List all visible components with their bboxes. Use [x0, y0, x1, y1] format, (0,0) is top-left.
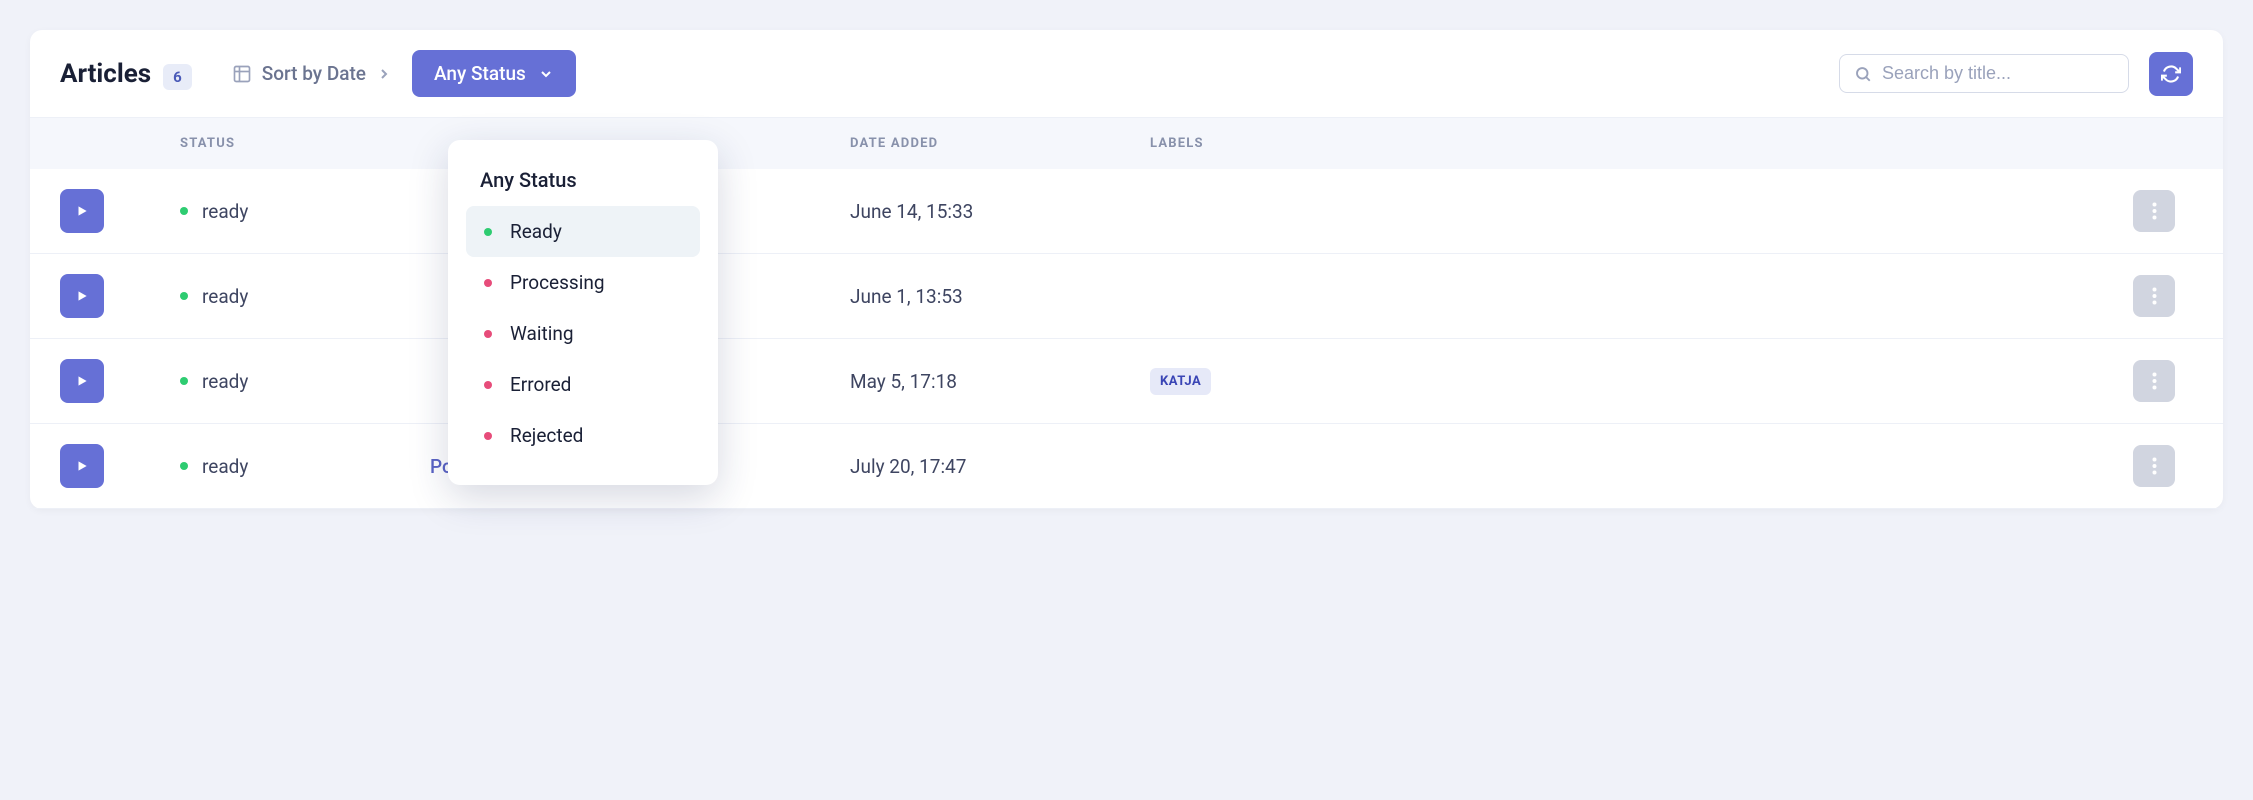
play-icon	[75, 459, 89, 473]
status-filter-label: Any Status	[434, 62, 526, 85]
play-button[interactable]	[60, 444, 104, 488]
more-vertical-icon	[2152, 287, 2157, 305]
dropdown-option-ready[interactable]: Ready	[466, 206, 700, 257]
play-button[interactable]	[60, 359, 104, 403]
page-title: Articles	[60, 59, 151, 89]
status-dropdown: Any Status Ready Processing Waiting Errored…	[448, 140, 718, 485]
dropdown-option-label: Rejected	[510, 424, 583, 447]
status-dot-icon	[484, 330, 492, 338]
date-added-cell: May 5, 17:18	[850, 370, 1150, 393]
search-input[interactable]	[1882, 63, 2114, 84]
row-more-button[interactable]	[2133, 445, 2175, 487]
row-more-button[interactable]	[2133, 275, 2175, 317]
table-header: STATUS DATE ADDED LABELS	[30, 118, 2223, 169]
row-more-button[interactable]	[2133, 190, 2175, 232]
dropdown-option-label: Processing	[510, 271, 605, 294]
table-icon	[232, 64, 252, 84]
play-button[interactable]	[60, 189, 104, 233]
status-dot-icon	[180, 462, 188, 470]
date-added-cell: July 20, 17:47	[850, 455, 1150, 478]
status-text: ready	[202, 200, 248, 223]
status-cell: ready	[180, 455, 430, 478]
sort-by-date-button[interactable]: Sort by Date	[232, 62, 392, 85]
status-text: ready	[202, 285, 248, 308]
status-text: ready	[202, 370, 248, 393]
dropdown-option-label: Errored	[510, 373, 571, 396]
status-dot-icon	[180, 207, 188, 215]
label-chip[interactable]: KATJA	[1150, 368, 1211, 395]
play-button[interactable]	[60, 274, 104, 318]
more-vertical-icon	[2152, 457, 2157, 475]
date-added-cell: June 14, 15:33	[850, 200, 1150, 223]
articles-count-badge: 6	[163, 64, 192, 90]
status-dot-icon	[180, 292, 188, 300]
table-row: ready June 14, 15:33	[30, 169, 2223, 254]
table-row: ready May 5, 17:18 KATJA	[30, 339, 2223, 424]
status-text: ready	[202, 455, 248, 478]
status-dot-icon	[484, 279, 492, 287]
more-vertical-icon	[2152, 202, 2157, 220]
status-dot-icon	[484, 432, 492, 440]
status-cell: ready	[180, 370, 430, 393]
status-dot-icon	[484, 381, 492, 389]
dropdown-option-errored[interactable]: Errored	[466, 359, 700, 410]
dropdown-option-processing[interactable]: Processing	[466, 257, 700, 308]
dropdown-option-waiting[interactable]: Waiting	[466, 308, 700, 359]
status-cell: ready	[180, 200, 430, 223]
date-added-cell: June 1, 13:53	[850, 285, 1150, 308]
search-field-wrapper[interactable]	[1839, 54, 2129, 93]
search-icon	[1854, 65, 1872, 83]
table-row: ready Podcast July 20, 17:47	[30, 424, 2223, 509]
more-vertical-icon	[2152, 372, 2157, 390]
sort-label: Sort by Date	[262, 62, 366, 85]
status-dot-icon	[180, 377, 188, 385]
dropdown-option-rejected[interactable]: Rejected	[466, 410, 700, 461]
column-header-status: STATUS	[180, 136, 430, 151]
column-header-labels: LABELS	[1150, 136, 2133, 151]
status-dot-icon	[484, 228, 492, 236]
dropdown-option-label: Waiting	[510, 322, 574, 345]
status-filter-button[interactable]: Any Status	[412, 50, 576, 97]
dropdown-option-label: Ready	[510, 220, 562, 243]
row-more-button[interactable]	[2133, 360, 2175, 402]
table-row: ready June 1, 13:53	[30, 254, 2223, 339]
toolbar: Articles 6 Sort by Date Any Status	[30, 30, 2223, 118]
refresh-icon	[2161, 64, 2181, 84]
play-icon	[75, 289, 89, 303]
play-icon	[75, 204, 89, 218]
page-title-group: Articles 6	[60, 59, 192, 89]
refresh-button[interactable]	[2149, 52, 2193, 96]
status-cell: ready	[180, 285, 430, 308]
chevron-down-icon	[538, 66, 554, 82]
column-header-date: DATE ADDED	[850, 136, 1150, 151]
dropdown-title[interactable]: Any Status	[466, 164, 700, 206]
chevron-right-icon	[376, 66, 392, 82]
play-icon	[75, 374, 89, 388]
